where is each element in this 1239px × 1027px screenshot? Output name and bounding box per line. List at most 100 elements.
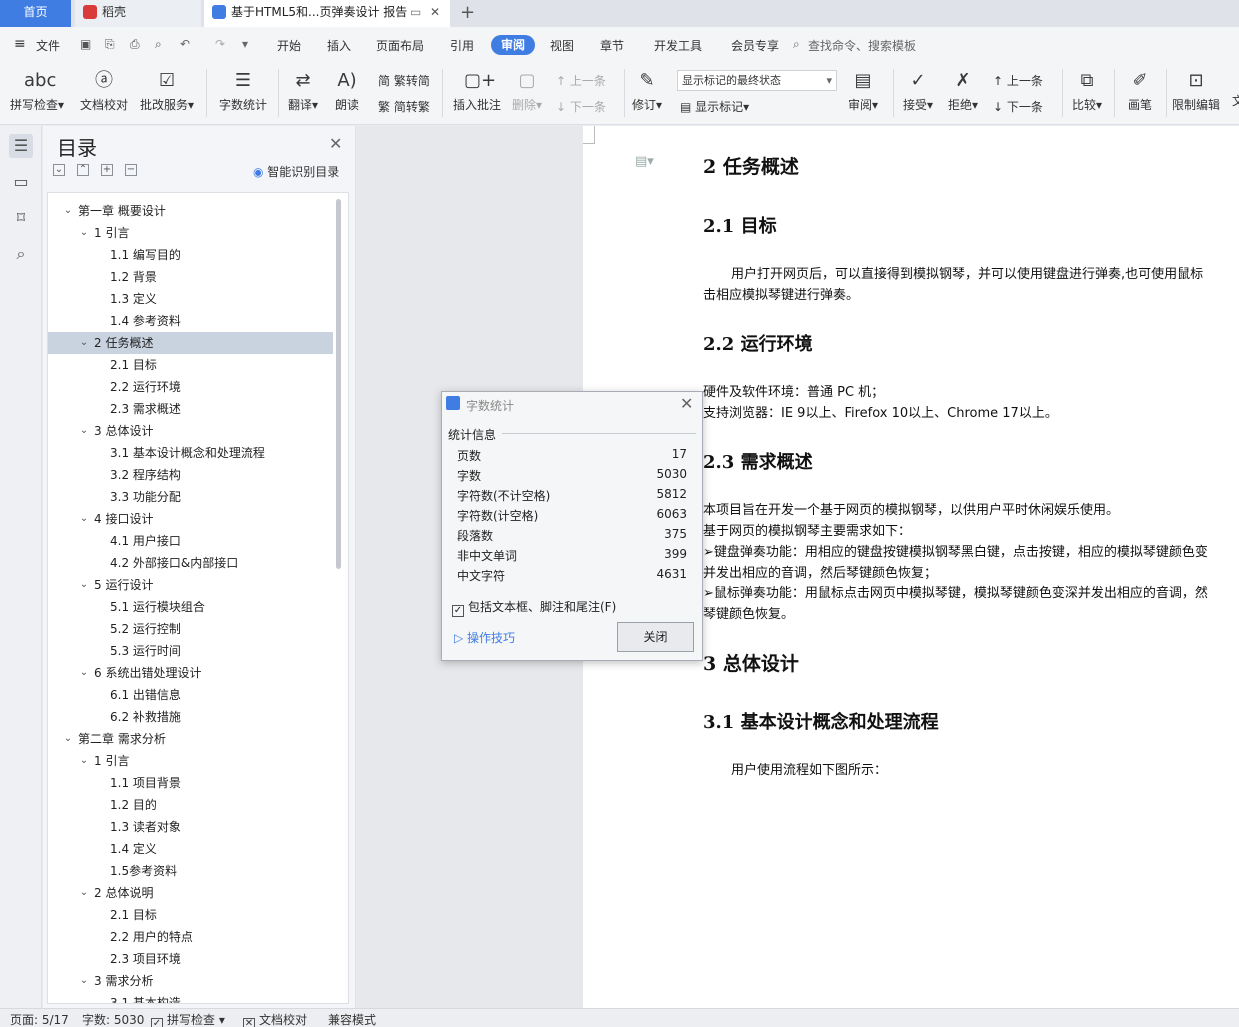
approve-service-button[interactable]: ☑ 批改服务▾ xyxy=(140,69,194,113)
read-aloud-button[interactable]: A) 朗读 xyxy=(334,69,360,113)
toc-item[interactable]: ⌄ 1 引言 xyxy=(48,222,333,244)
dialog-close-button[interactable]: 关闭 xyxy=(617,622,694,652)
export-icon[interactable]: ⎘ xyxy=(105,37,115,52)
toc-item[interactable]: 4.1 用户接口 xyxy=(48,530,333,552)
spell-check-button[interactable]: abc 拼写检查▾ xyxy=(10,69,64,113)
compare-button[interactable]: ⧉ 比较▾ xyxy=(1072,69,1102,113)
prev-change-button[interactable]: ↑ 上一条 xyxy=(993,72,1043,89)
toc-item[interactable]: 2.2 运行环境 xyxy=(48,376,333,398)
preview-icon[interactable]: ⌕ xyxy=(155,37,162,52)
menu-chapter[interactable]: 章节 xyxy=(600,37,624,54)
toc-item[interactable]: 2.1 目标 xyxy=(48,904,333,926)
chevron-down-icon[interactable]: ⌄ xyxy=(78,970,90,992)
chevron-down-icon[interactable]: ⌄ xyxy=(78,420,90,442)
redo-icon[interactable]: ↷ xyxy=(215,37,225,51)
toc-item[interactable]: 5.3 运行时间 xyxy=(48,640,333,662)
toc-item[interactable]: 1.2 目的 xyxy=(48,794,333,816)
menu-developer[interactable]: 开发工具 xyxy=(654,37,702,54)
tab-daoke[interactable]: 稻壳 xyxy=(75,0,201,27)
toc-item[interactable]: 6.1 出错信息 xyxy=(48,684,333,706)
toc-item[interactable]: 1.3 定义 xyxy=(48,288,333,310)
command-search[interactable]: 查找命令、搜索模板 xyxy=(808,37,916,54)
chevron-down-icon[interactable]: ⌄ xyxy=(62,200,74,222)
menu-reference[interactable]: 引用 xyxy=(450,37,474,54)
menu-layout[interactable]: 页面布局 xyxy=(376,37,424,54)
show-marks-button[interactable]: ▤ 显示标记▾ xyxy=(680,98,749,115)
status-spell-check[interactable]: ✓ 拼写检查 ▾ xyxy=(151,1011,225,1027)
paragraph-options-icon[interactable]: ▤▾ xyxy=(635,154,654,169)
status-page[interactable]: 页面: 5/17 xyxy=(10,1011,69,1027)
toc-scrollbar[interactable] xyxy=(336,199,341,569)
toc-item[interactable]: 2.1 目标 xyxy=(48,354,333,376)
toc-item[interactable]: 1.4 定义 xyxy=(48,838,333,860)
chevron-down-icon[interactable]: ⌄ xyxy=(78,750,90,772)
toc-close-icon[interactable]: ✕ xyxy=(329,134,342,153)
dialog-close-icon[interactable]: ✕ xyxy=(680,394,693,413)
status-words[interactable]: 字数: 5030 xyxy=(82,1011,144,1027)
toc-item[interactable]: 2.2 用户的特点 xyxy=(48,926,333,948)
toc-item[interactable]: 3.1 基本设计概念和处理流程 xyxy=(48,442,333,464)
toc-item[interactable]: 6.2 补救措施 xyxy=(48,706,333,728)
save-icon[interactable]: ▣ xyxy=(80,37,91,51)
find-icon[interactable]: ⌕ xyxy=(9,242,33,266)
menu-review[interactable]: 审阅 xyxy=(491,35,535,55)
prev-comment-button[interactable]: ↑ 上一条 xyxy=(556,72,606,89)
toc-item[interactable]: ⌄ 第二章 需求分析 xyxy=(48,728,333,750)
hamburger-icon[interactable]: ≡ xyxy=(14,36,26,52)
toc-item[interactable]: 1.4 参考资料 xyxy=(48,310,333,332)
toc-item[interactable]: 4.2 外部接口&内部接口 xyxy=(48,552,333,574)
review-pane-button[interactable]: ▤ 审阅▾ xyxy=(848,69,878,113)
toc-panel-icon[interactable]: ☰ xyxy=(9,134,33,158)
toc-item[interactable]: 3.3 功能分配 xyxy=(48,486,333,508)
restrict-edit-button[interactable]: ⊡ 限制编辑 xyxy=(1172,69,1220,113)
chevron-down-icon[interactable]: ⌄ xyxy=(78,574,90,596)
toc-item[interactable]: ⌄ 2 总体说明 xyxy=(48,882,333,904)
toc-item[interactable]: ⌄ 第一章 概要设计 xyxy=(48,200,333,222)
tab-home[interactable]: 首页 xyxy=(0,0,71,27)
chevron-down-icon[interactable]: ⌄ xyxy=(62,728,74,750)
translate-button[interactable]: ⇄ 翻译▾ xyxy=(288,69,318,113)
bookmark-icon[interactable]: ⌑ xyxy=(9,206,33,230)
pen-button[interactable]: ✐ 画笔 xyxy=(1127,69,1153,113)
menu-file[interactable]: 文件 xyxy=(36,37,60,54)
revise-button[interactable]: ✎ 修订▾ xyxy=(632,69,662,113)
toc-item[interactable]: ⌄ 5 运行设计 xyxy=(48,574,333,596)
tab-document[interactable]: 基于HTML5和...页弹奏设计 报告 ▭ ✕ xyxy=(204,0,450,27)
toc-item[interactable]: 1.2 背景 xyxy=(48,266,333,288)
word-count-button[interactable]: ☰ 字数统计 xyxy=(219,69,267,113)
toc-item[interactable]: ⌄ 6 系统出错处理设计 xyxy=(48,662,333,684)
reject-button[interactable]: ✗ 拒绝▾ xyxy=(948,69,978,113)
simp-to-trad-button[interactable]: 繁 简转繁 xyxy=(378,98,430,115)
toc-item[interactable]: 2.3 项目环境 xyxy=(48,948,333,970)
toc-item[interactable]: 2.3 需求概述 xyxy=(48,398,333,420)
menu-start[interactable]: 开始 xyxy=(277,37,301,54)
toc-item[interactable]: ⌄ 3 需求分析 xyxy=(48,970,333,992)
toc-item[interactable]: 5.2 运行控制 xyxy=(48,618,333,640)
accept-button[interactable]: ✓ 接受▾ xyxy=(903,69,933,113)
monitor-icon[interactable]: ▭ xyxy=(410,0,421,25)
chevron-down-icon[interactable]: ⌄ xyxy=(78,882,90,904)
more-ribbon-button[interactable]: 文 xyxy=(1232,92,1239,109)
menu-view[interactable]: 视图 xyxy=(550,37,574,54)
toc-item[interactable]: ⌄ 1 引言 xyxy=(48,750,333,772)
insert-comment-button[interactable]: ▢+ 插入批注 xyxy=(453,69,501,113)
toc-item[interactable]: 3.1 基本构造 xyxy=(48,992,333,1003)
new-tab-icon[interactable]: + xyxy=(460,2,475,23)
undo-icon[interactable]: ↶ xyxy=(180,37,190,51)
next-comment-button[interactable]: ↓ 下一条 xyxy=(556,98,606,115)
chevron-down-icon[interactable]: ⌄ xyxy=(78,662,90,684)
add-heading-icon[interactable]: + xyxy=(101,164,113,176)
include-textbox-checkbox[interactable]: ✓ 包括文本框、脚注和尾注(F) xyxy=(452,598,616,617)
smart-toc-button[interactable]: ◉ 智能识别目录 xyxy=(253,163,339,180)
tips-link[interactable]: ▷ 操作技巧 xyxy=(454,629,515,646)
toc-item[interactable]: ⌄ 4 接口设计 xyxy=(48,508,333,530)
quick-dropdown-icon[interactable]: ▾ xyxy=(242,37,248,51)
markup-state-select[interactable]: 显示标记的最终状态 ▾ xyxy=(677,70,837,91)
toc-item[interactable]: 1.1 项目背景 xyxy=(48,772,333,794)
next-change-button[interactable]: ↓ 下一条 xyxy=(993,98,1043,115)
remove-heading-icon[interactable]: − xyxy=(125,164,137,176)
toc-item[interactable]: ⌄ 2 任务概述 xyxy=(48,332,333,354)
expand-up-icon[interactable]: ⌃ xyxy=(77,164,89,176)
toc-item[interactable]: 1.5参考资料 xyxy=(48,860,333,882)
chevron-down-icon[interactable]: ⌄ xyxy=(78,508,90,530)
